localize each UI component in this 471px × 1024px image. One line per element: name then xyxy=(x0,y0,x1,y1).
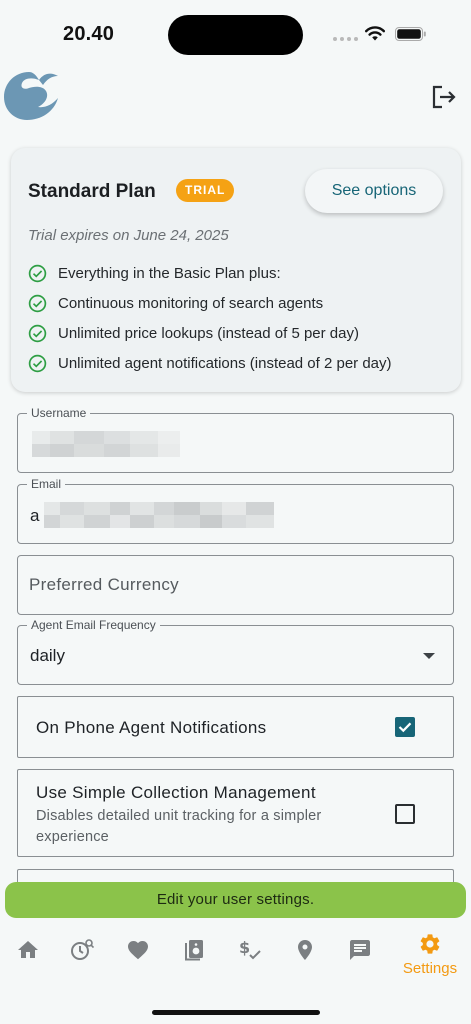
checkmark-icon xyxy=(398,722,412,733)
simple-collection-label: Use Simple Collection Management xyxy=(36,783,316,802)
list-item: Unlimited price lookups (instead of 5 pe… xyxy=(28,318,392,348)
toast-message: Edit your user settings. xyxy=(5,882,466,918)
price-icon: $ xyxy=(239,938,261,960)
list-item: Unlimited agent notifications (instead o… xyxy=(28,348,392,378)
wifi-icon xyxy=(365,26,385,41)
username-field[interactable]: Username xyxy=(17,406,454,473)
redacted-email xyxy=(44,502,274,528)
home-icon xyxy=(18,941,38,958)
dropdown-arrow-icon[interactable] xyxy=(423,653,435,659)
check-circle-icon xyxy=(28,354,47,372)
agent-email-frequency-label: Agent Email Frequency xyxy=(27,618,160,632)
email-label: Email xyxy=(27,477,66,491)
nav-chat[interactable] xyxy=(340,930,380,970)
feature-text: Unlimited agent notifications (instead o… xyxy=(58,354,392,372)
nav-collection[interactable] xyxy=(174,930,214,970)
home-indicator xyxy=(152,1010,320,1015)
location-pin-icon xyxy=(298,940,312,960)
simple-collection-row[interactable]: Use Simple Collection Management Disable… xyxy=(17,769,454,857)
phone-notifications-row[interactable]: On Phone Agent Notifications xyxy=(17,696,454,758)
chat-icon xyxy=(350,940,370,960)
feature-text: Unlimited price lookups (instead of 5 pe… xyxy=(58,324,359,342)
signal-icon xyxy=(333,37,358,41)
feature-text: Everything in the Basic Plan plus: xyxy=(58,264,281,282)
app-logo-icon xyxy=(4,72,58,120)
nav-prices[interactable]: $ xyxy=(230,930,270,970)
list-item: Everything in the Basic Plan plus: xyxy=(28,258,392,288)
preferred-currency-field[interactable]: Preferred Currency xyxy=(17,555,454,615)
heart-icon xyxy=(128,941,148,960)
check-circle-icon xyxy=(28,294,47,312)
status-time: 20.40 xyxy=(63,23,115,45)
nav-location[interactable] xyxy=(285,930,325,970)
nav-favorites[interactable] xyxy=(118,930,158,970)
trial-expiry-text: Trial expires on June 24, 2025 xyxy=(28,227,229,244)
gear-icon xyxy=(420,934,440,954)
preferred-currency-placeholder: Preferred Currency xyxy=(29,575,179,594)
agent-email-frequency-value: daily xyxy=(30,646,65,665)
bottom-navigation: $ Settings xyxy=(0,922,471,992)
feature-text: Continuous monitoring of search agents xyxy=(58,294,324,312)
check-circle-icon xyxy=(28,324,47,342)
logout-icon[interactable] xyxy=(431,85,457,109)
nav-settings-label: Settings xyxy=(402,960,458,977)
subscription-plan-card: Standard Plan TRIAL See options Trial ex… xyxy=(11,148,461,392)
settings-screen: 20.40 Standard Plan TRIAL See options Tr… xyxy=(0,0,471,1024)
trial-badge: TRIAL xyxy=(176,179,235,202)
plan-title: Standard Plan xyxy=(28,181,156,202)
history-search-icon xyxy=(71,939,94,960)
agent-email-frequency-select[interactable]: Agent Email Frequency daily xyxy=(17,618,454,685)
see-options-button[interactable]: See options xyxy=(305,169,443,213)
simple-collection-description: Disables detailed unit tracking for a si… xyxy=(36,808,322,845)
plan-feature-list: Everything in the Basic Plan plus: Conti… xyxy=(28,258,392,378)
redacted-username xyxy=(32,431,180,457)
list-item: Continuous monitoring of search agents xyxy=(28,288,392,318)
nav-history-search[interactable] xyxy=(62,930,102,970)
username-label: Username xyxy=(27,406,91,420)
phone-notifications-checkbox[interactable] xyxy=(395,717,415,737)
simple-collection-checkbox[interactable] xyxy=(395,804,415,824)
nav-home[interactable] xyxy=(8,930,48,970)
phone-notifications-label: On Phone Agent Notifications xyxy=(36,718,267,737)
nav-settings[interactable]: Settings xyxy=(395,930,465,982)
email-field[interactable]: Email a xyxy=(17,477,454,544)
collection-icon xyxy=(185,940,203,961)
dynamic-island xyxy=(168,15,303,55)
status-bar: 20.40 xyxy=(0,0,471,66)
check-circle-icon xyxy=(28,264,47,282)
svg-text:$: $ xyxy=(239,938,250,957)
battery-icon xyxy=(395,27,426,41)
email-value: a xyxy=(30,506,40,525)
